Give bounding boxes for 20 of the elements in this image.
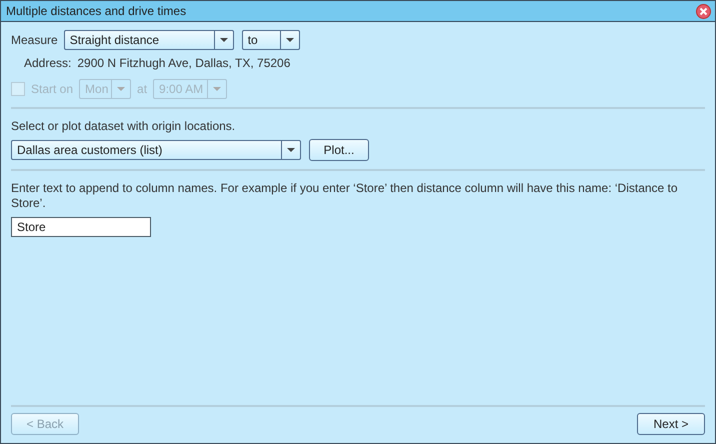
caret-icon xyxy=(287,148,295,152)
at-label: at xyxy=(137,82,148,96)
address-label: Address: xyxy=(24,56,72,70)
window-title: Multiple distances and drive times xyxy=(6,4,186,18)
suffix-field[interactable]: Store xyxy=(11,217,151,237)
measure-label: Measure xyxy=(11,33,58,47)
caret-icon xyxy=(117,87,126,91)
measure-dropdown[interactable]: Straight distance xyxy=(64,30,234,50)
plot-button[interactable]: Plot... xyxy=(309,139,369,161)
suffix-instructions: Enter text to append to column names. For example if you enter ‘Store’ then distance column will have this name: ‘Distance to Store’. xyxy=(11,181,679,211)
close-icon[interactable] xyxy=(696,4,711,18)
dataset-dropdown[interactable]: Dallas area customers (list) xyxy=(11,140,301,160)
caret-icon xyxy=(213,87,222,91)
caret-icon xyxy=(220,38,228,42)
start-on-label: Start on xyxy=(31,82,74,96)
address-value: 2900 N Fitzhugh Ave, Dallas, TX, 75206 xyxy=(77,56,290,70)
dataset-prompt: Select or plot dataset with origin locations. xyxy=(11,119,236,133)
next-button[interactable]: Next > xyxy=(637,413,705,435)
direction-dropdown[interactable]: to xyxy=(242,30,300,50)
caret-icon xyxy=(286,38,294,42)
